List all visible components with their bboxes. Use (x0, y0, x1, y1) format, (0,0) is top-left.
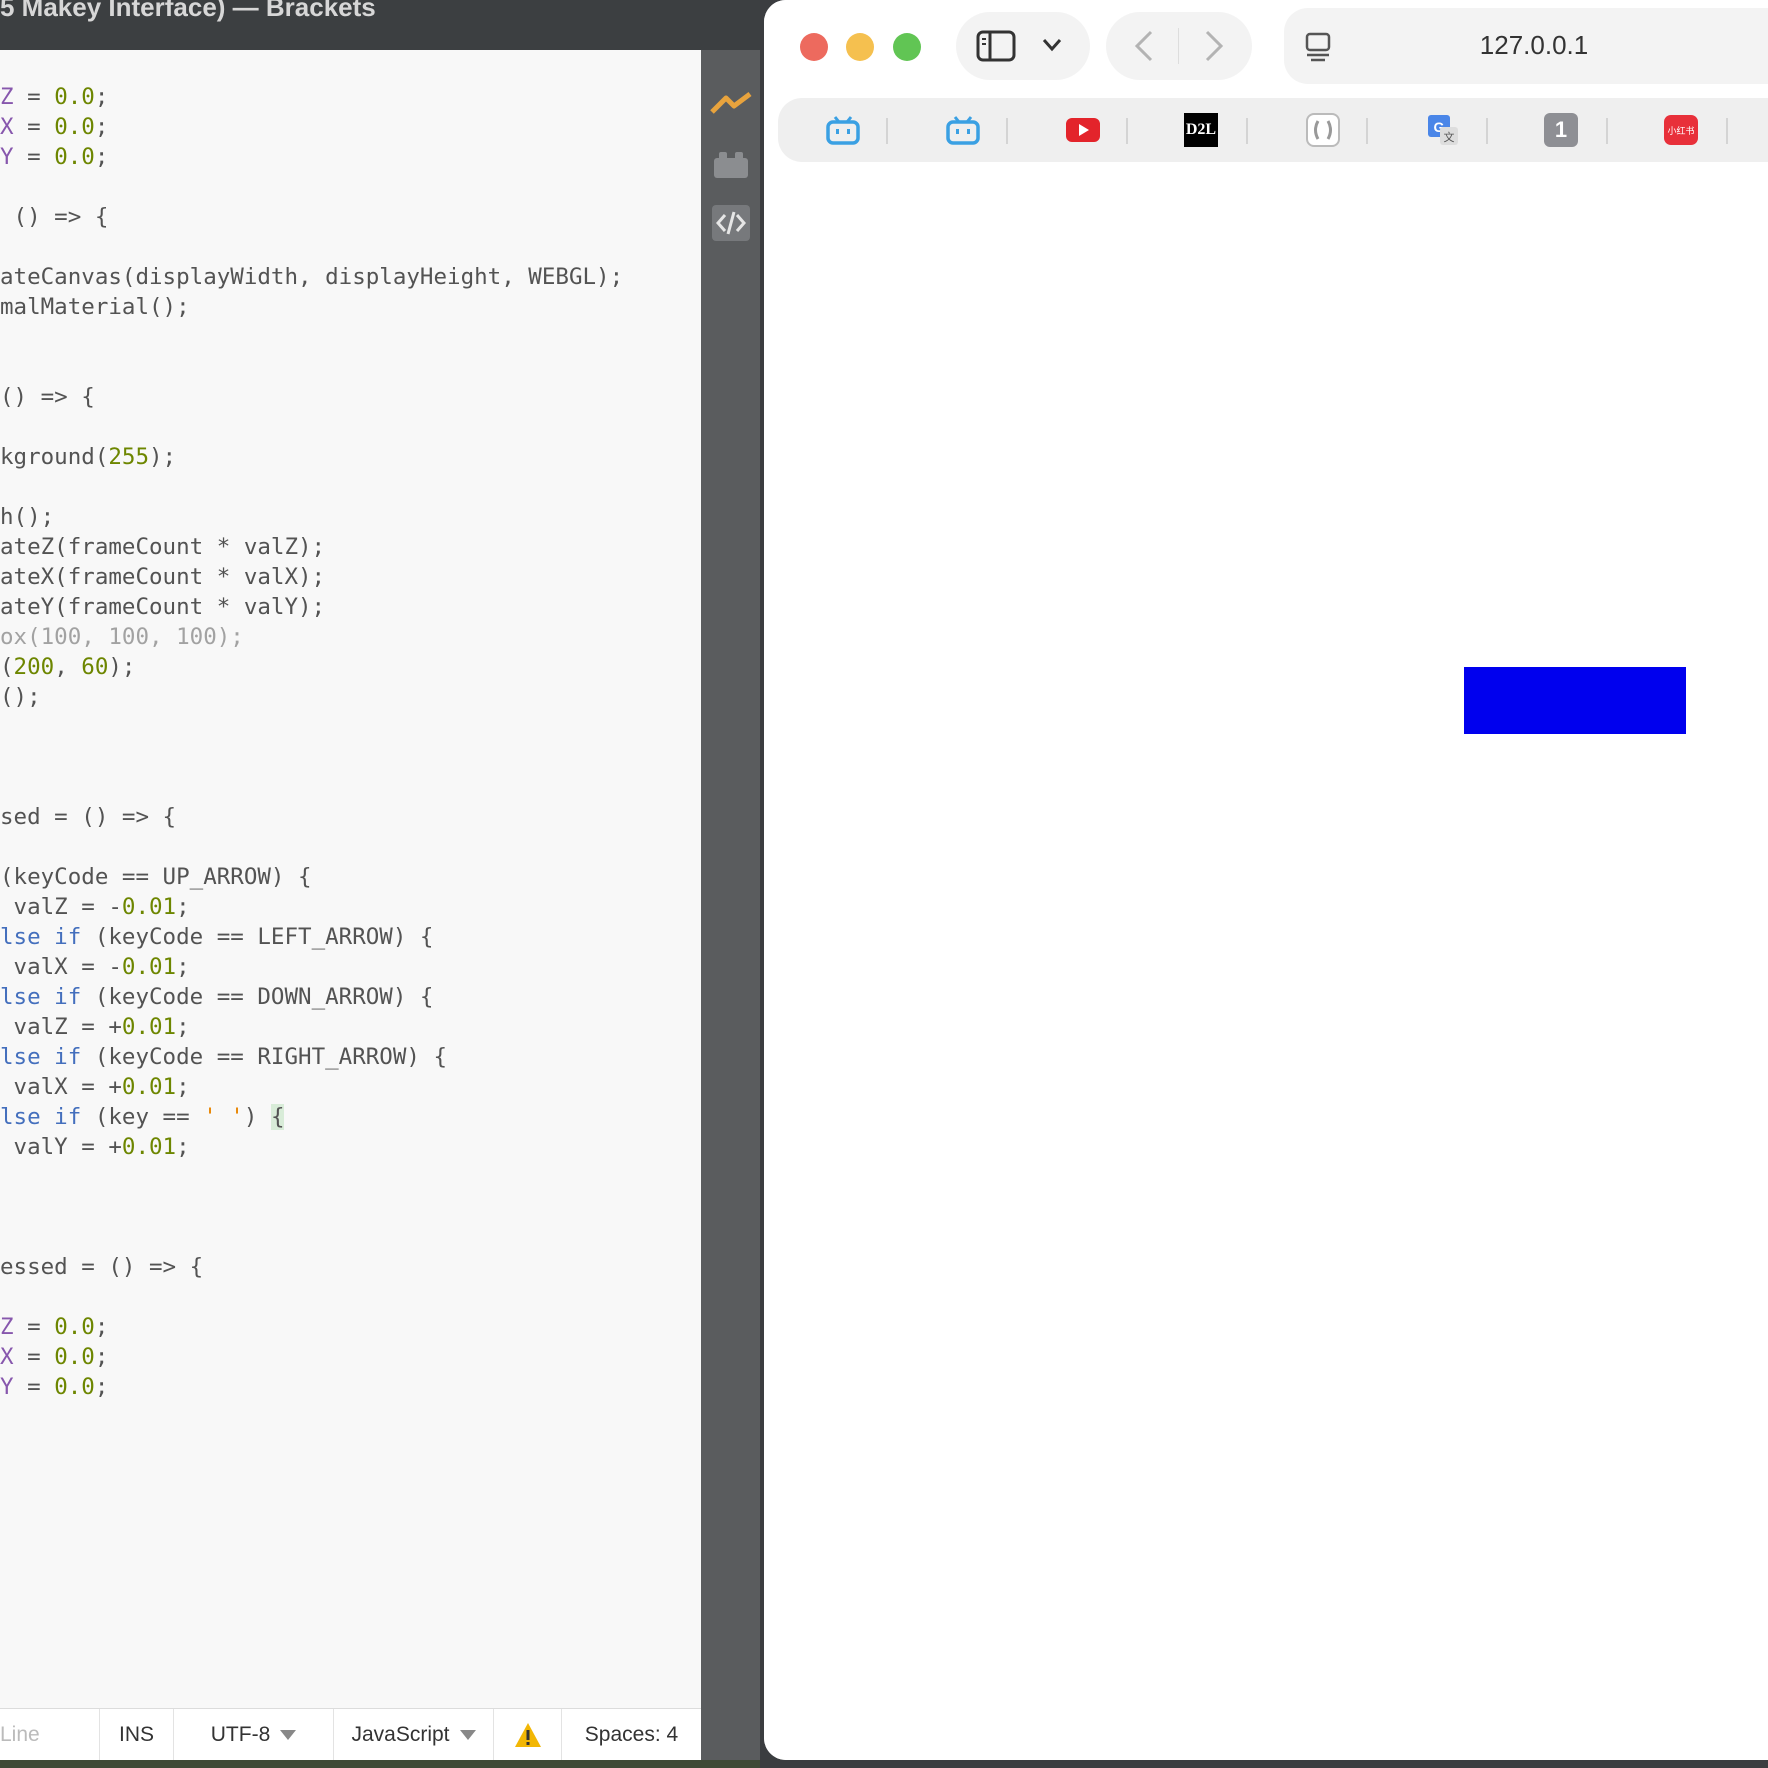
code-line: h(); (0, 504, 55, 530)
code-icon[interactable] (701, 205, 760, 241)
youtube-icon[interactable] (1064, 111, 1102, 149)
code-line: lse if (key == ' ') { (0, 1104, 285, 1130)
code-line: lse if (keyCode == DOWN_ARROW) { (0, 984, 434, 1010)
brackets-window: 5 Makey Interface) — Brackets Z = 0.0; X … (0, 0, 760, 1768)
back-arrow-icon[interactable] (1134, 30, 1154, 62)
code-line: ateX(frameCount * valX); (0, 564, 326, 590)
language-dropdown[interactable]: JavaScript (334, 1709, 494, 1761)
address-bar[interactable]: 127.0.0.1 (1284, 8, 1768, 84)
insert-mode-toggle[interactable]: INS (100, 1709, 174, 1761)
code-line: valX = -0.01; (0, 954, 190, 980)
sidebar-control (956, 12, 1090, 80)
insert-mode-label: INS (118, 1723, 154, 1746)
right-toolbar (701, 50, 760, 1768)
history-nav (1106, 12, 1252, 80)
encoding-dropdown[interactable]: UTF-8 (174, 1709, 334, 1761)
warning-icon (514, 1723, 541, 1748)
d2l-icon[interactable]: D2L (1184, 113, 1218, 147)
code-line: (); (0, 684, 41, 710)
d2l-label: D2L (1185, 121, 1217, 138)
bracket-app-icon[interactable] (1304, 111, 1342, 149)
code-line: X = 0.0; (0, 114, 109, 140)
forward-arrow-icon[interactable] (1204, 30, 1224, 62)
code-line: (200, 60); (0, 654, 136, 680)
line-jump-placeholder: Line (0, 1723, 40, 1746)
code-line: ox(100, 100, 100); (0, 624, 244, 650)
extension-manager-icon[interactable] (701, 150, 760, 180)
code-line: lse if (keyCode == LEFT_ARROW) { (0, 924, 434, 950)
code-line: kground(255); (0, 444, 177, 470)
indent-setting[interactable]: Spaces: 4 (562, 1709, 701, 1761)
code-line: ateZ(frameCount * valZ); (0, 534, 326, 560)
chevron-down-icon (459, 1730, 476, 1741)
code-line: valZ = +0.01; (0, 1014, 190, 1040)
code-line: Y = 0.0; (0, 144, 109, 170)
browser-window: 127.0.0.1 D2L G文 1 小红书 (764, 0, 1768, 1760)
onepassword-icon[interactable]: 1 (1544, 113, 1578, 147)
code-line: ateCanvas(displayWidth, displayHeight, W… (0, 264, 624, 290)
linter-warning-button[interactable] (494, 1709, 562, 1761)
url-text: 127.0.0.1 (1479, 30, 1589, 60)
code-line: essed = () => { (0, 1254, 204, 1280)
code-line: lse if (keyCode == RIGHT_ARROW) { (0, 1044, 448, 1070)
live-preview-icon[interactable] (701, 90, 760, 116)
code-line: X = 0.0; (0, 1344, 109, 1370)
canvas-rectangle (1464, 667, 1686, 734)
code-line: ateY(frameCount * valY); (0, 594, 326, 620)
code-line: Y = 0.0; (0, 1374, 109, 1400)
favorites-bar: D2L G文 1 小红书 (778, 98, 1768, 162)
chevron-down-icon[interactable] (1042, 38, 1062, 52)
onepassword-label: 1 (1554, 117, 1568, 142)
close-window-button[interactable] (800, 33, 828, 61)
code-line: valX = +0.01; (0, 1074, 190, 1100)
code-line: sed = () => { (0, 804, 177, 830)
window-title: 5 Makey Interface) — Brackets (0, 0, 376, 22)
browser-toolbar: 127.0.0.1 (764, 0, 1768, 100)
encoding-label: UTF-8 (210, 1723, 271, 1746)
code-line: Z = 0.0; (0, 1314, 109, 1340)
editor-titlebar: 5 Makey Interface) — Brackets (0, 0, 760, 50)
indent-label: Spaces: 4 (584, 1723, 679, 1746)
language-label: JavaScript (351, 1723, 450, 1746)
code-line: valY = +0.01; (0, 1134, 190, 1160)
desktop-strip (0, 1760, 760, 1768)
code-line: malMaterial(); (0, 294, 190, 320)
sidebar-icon[interactable] (976, 30, 1016, 62)
code-line: Z = 0.0; (0, 84, 109, 110)
zoom-window-button[interactable] (893, 33, 921, 61)
code-line: () => { (0, 204, 109, 230)
xiaohongshu-label: 小红书 (1667, 125, 1695, 136)
line-jump-input[interactable]: Line (0, 1709, 100, 1761)
minimize-window-button[interactable] (846, 33, 874, 61)
code-line: () => { (0, 384, 95, 410)
status-bar: Line INS UTF-8 JavaScript Spaces: 4 (0, 1708, 701, 1761)
code-editor[interactable]: Z = 0.0; X = 0.0; Y = 0.0; () => { ateCanva… (0, 50, 701, 1708)
google-translate-icon[interactable]: G文 (1424, 111, 1462, 149)
svg-text:文: 文 (1444, 130, 1455, 144)
xiaohongshu-icon[interactable]: 小红书 (1664, 115, 1698, 145)
bilibili-icon[interactable] (944, 111, 982, 149)
code-line: valZ = -0.01; (0, 894, 190, 920)
code-line: (keyCode == UP_ARROW) { (0, 864, 312, 890)
page-content (764, 162, 1768, 1760)
bilibili-icon[interactable] (824, 111, 862, 149)
chevron-down-icon (280, 1730, 297, 1741)
